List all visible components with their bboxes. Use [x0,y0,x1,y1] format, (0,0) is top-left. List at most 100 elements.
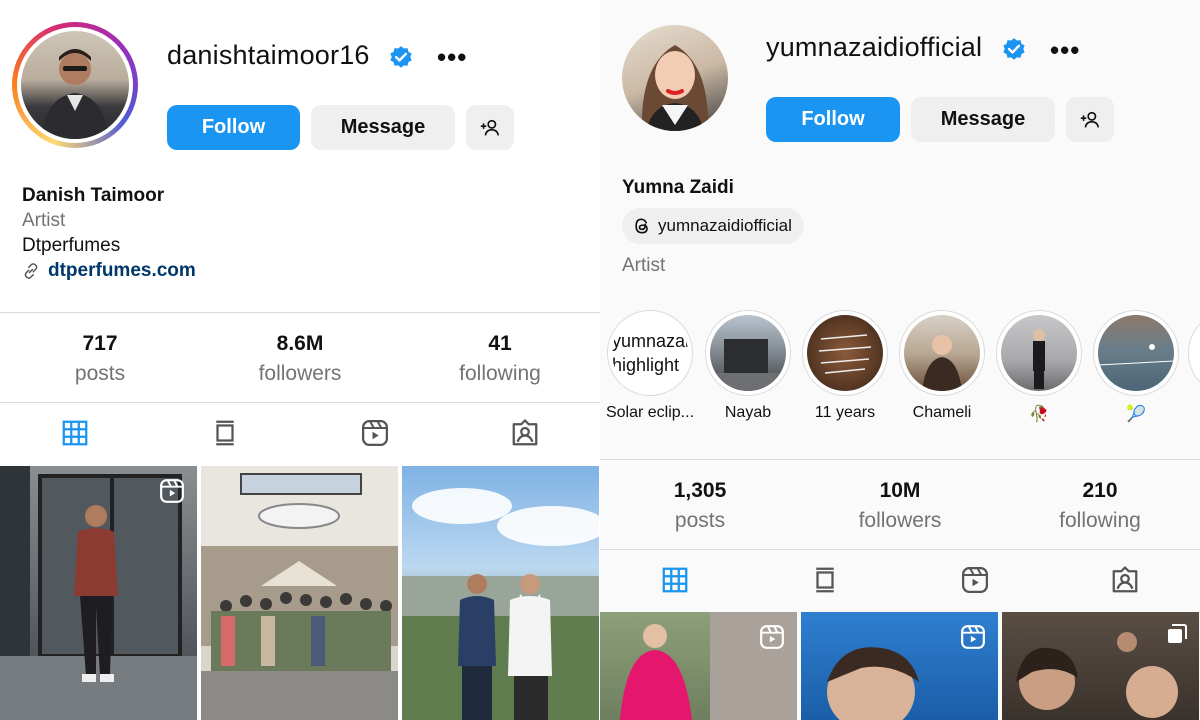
profile-avatar[interactable] [12,22,138,148]
message-button[interactable]: Message [911,97,1055,142]
highlight-thumb [1001,315,1077,391]
stat-label: following [1059,509,1141,532]
stat-label: followers [258,362,342,385]
profile-category: Artist [22,210,66,231]
divider [600,459,1200,460]
highlight-label: 🥀 [1029,406,1049,423]
reels-icon [362,420,388,446]
grid-icon [662,567,688,593]
highlight-item[interactable]: 11 years [800,310,890,422]
story-highlights: yumnazaidi highlight Solar eclip... Naya… [600,310,1200,430]
threads-handle: yumnazaidiofficial [658,216,792,235]
message-button[interactable]: Message [311,105,455,150]
stat-number: 10M [879,479,921,502]
tagged-icon [1112,566,1138,593]
profile-full-name: Yumna Zaidi [622,177,734,198]
reel-overlay-icon [760,625,784,649]
more-options-icon[interactable]: ••• [437,44,467,70]
post-tile[interactable] [600,612,797,720]
profile-username: danishtaimoor16 [167,40,370,70]
threads-icon [635,218,648,234]
stat-followers[interactable]: 8.6M followers [200,332,400,386]
carousel-icon [1168,624,1187,643]
highlight-thumb [904,315,980,391]
feed-icon [816,567,834,593]
highlight-label: 🎾 [1126,406,1146,423]
tab-feed[interactable] [750,550,900,610]
highlight-thumb [807,315,883,391]
reel-overlay-icon [160,479,184,503]
stat-followers[interactable]: 10M followers [800,479,1000,533]
stat-number: 1,305 [673,479,727,502]
follow-button[interactable]: Follow [167,105,300,150]
link-text: dtperfumes.com [48,260,196,281]
highlight-label: Solar eclip... [605,404,695,421]
stat-label: followers [858,509,942,532]
broken-image-alt: yumnazaidi highlight [612,315,688,391]
profile-username: yumnazaidiofficial [766,32,983,62]
threads-badge[interactable]: yumnazaidiofficial [622,208,804,244]
highlight-label: Chameli [912,404,972,421]
profile-website-link[interactable]: dtperfumes.com [22,260,196,282]
stat-number: 8.6M [276,332,324,355]
stat-following[interactable]: 41 following [400,332,600,386]
highlight-label: Nayab [724,404,772,421]
highlight-thumb [1098,315,1174,391]
tagged-icon [512,419,538,446]
left-profile-panel: danishtaimoor16 ••• Follow Message Danis… [0,0,600,720]
profile-category: Artist [622,255,666,276]
tab-grid[interactable] [600,550,750,610]
tab-tagged[interactable] [1050,550,1200,610]
posts-grid [600,612,1200,720]
profile-full-name: Danish Taimoor [22,185,165,206]
follow-button[interactable]: Follow [766,97,900,142]
highlight-thumb [710,315,786,391]
highlight-item[interactable]: 🎾 [1091,310,1181,424]
feed-icon [216,420,234,446]
verified-badge-icon [390,46,412,68]
stat-posts[interactable]: 717 posts [0,332,200,386]
highlight-item[interactable]: Chameli [897,310,987,422]
profile-avatar[interactable] [622,25,728,131]
stat-label: following [459,362,541,385]
profile-tabs [600,550,1200,610]
tab-grid[interactable] [0,403,150,463]
tab-reels[interactable] [900,550,1050,610]
highlight-item[interactable]: yumnazaidi highlight Solar eclip... [605,310,695,422]
stat-following[interactable]: 210 following [1000,479,1200,533]
post-tile[interactable] [402,466,599,720]
suggest-people-button[interactable] [466,105,514,150]
stat-number: 41 [488,332,512,355]
tab-tagged[interactable] [450,403,600,463]
tab-feed[interactable] [150,403,300,463]
link-icon [24,263,38,279]
reels-icon [962,567,988,593]
stat-posts[interactable]: 1,305 posts [600,479,800,533]
stat-number: 717 [82,332,118,355]
post-tile[interactable] [1002,612,1199,720]
posts-grid [0,466,600,720]
highlight-item[interactable]: 🥀 [994,310,1084,424]
post-tile[interactable] [801,612,998,720]
divider [0,312,600,313]
highlight-label: 11 years [814,404,876,421]
stat-label: posts [74,362,126,385]
profile-stats: 717 posts 8.6M followers 41 following [0,332,600,386]
grid-icon [62,420,88,446]
suggest-people-button[interactable] [1066,97,1114,142]
highlight-item[interactable]: Nayab [703,310,793,422]
reel-overlay-icon [961,625,985,649]
more-options-icon[interactable]: ••• [1050,37,1080,63]
verified-badge-icon [1003,38,1025,60]
tab-reels[interactable] [300,403,450,463]
profile-stats: 1,305 posts 10M followers 210 following [600,479,1200,533]
post-tile[interactable] [201,466,398,720]
stat-label: posts [674,509,726,532]
highlight-item-partial[interactable] [1188,310,1200,396]
post-tile[interactable] [0,466,197,720]
avatar-photo [21,31,129,139]
profile-bio: Dtperfumes [22,235,121,256]
right-profile-panel: yumnazaidiofficial ••• Follow Message Yu… [600,0,1200,720]
add-person-icon [480,119,500,136]
add-person-icon [1080,111,1100,128]
